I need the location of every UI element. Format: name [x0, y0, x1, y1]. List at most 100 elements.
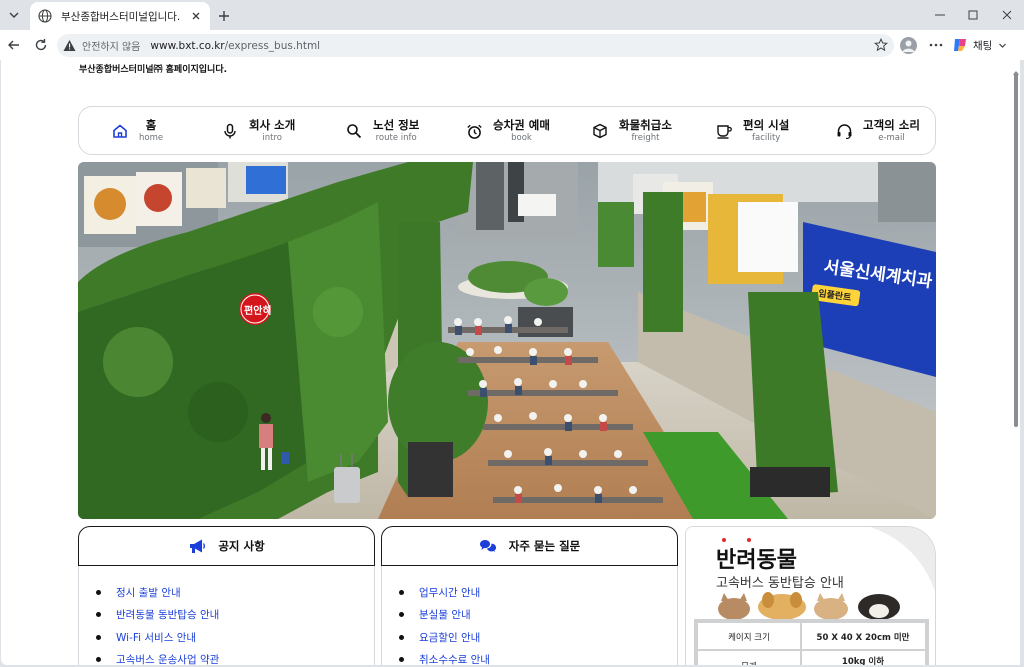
faq-title: 자주 묻는 질문: [508, 539, 581, 553]
more-dots-icon: [929, 43, 943, 47]
nav-item-route-label: 노선 정보: [373, 118, 420, 132]
nav-item-freight-label: 화물취급소: [619, 118, 672, 132]
chat-label: 채팅: [973, 39, 993, 52]
nav-item-book-sub: book: [511, 133, 532, 143]
scroll-thumb[interactable]: [1014, 72, 1018, 427]
list-item: 업무시간 안내: [399, 581, 677, 604]
close-window-button[interactable]: [997, 6, 1017, 24]
url-text: www.bxt.co.kr/express_bus.html: [150, 39, 321, 52]
chevron-down-icon: [9, 12, 19, 18]
nav-item-book[interactable]: 승차권 예매 book: [465, 107, 550, 155]
home-icon: [111, 122, 129, 140]
faq-link[interactable]: 분실물 안내: [419, 607, 471, 622]
active-tab[interactable]: 부산종합버스터미널입니다.: [30, 2, 210, 30]
new-tab-button[interactable]: [214, 6, 234, 26]
faq-link[interactable]: 업무시간 안내: [419, 585, 480, 600]
nav-item-facility-label: 편의 시설: [743, 118, 790, 132]
profile-avatar[interactable]: [900, 37, 917, 54]
faq-header[interactable]: 자주 묻는 질문: [381, 526, 678, 566]
bullet: [96, 657, 101, 663]
promo-row-label: 케이지 크기: [728, 632, 770, 643]
promo-row-value: 50 X 40 X 20cm 미만: [817, 632, 910, 643]
tab-strip: 부산종합버스터미널입니다.: [0, 0, 1024, 30]
cup-icon: [715, 122, 733, 140]
megaphone-icon: [188, 538, 206, 554]
notice-title: 공지 사항: [218, 539, 265, 553]
plus-icon: [219, 11, 229, 21]
notice-list: 정시 출발 안내 반려동물 동반탑승 안내 Wi-Fi 서비스 안내 고속버스 …: [78, 566, 375, 665]
bullet: [96, 634, 101, 640]
back-button[interactable]: [5, 36, 23, 54]
bullet: [399, 634, 404, 640]
nav-item-facility-sub: facility: [752, 133, 781, 143]
faq-link[interactable]: 요금할인 안내: [419, 630, 480, 645]
security-label: 안전하지 않음: [82, 42, 141, 53]
nav-item-home-label: 홈: [145, 118, 157, 132]
hero-sign-text: 편안히: [244, 304, 272, 317]
hero-image: 서울신세계치과 임플란트 편안히: [78, 162, 936, 519]
arrow-left-icon: [8, 40, 19, 50]
nav-item-voc-sub: e-mail: [878, 133, 905, 143]
nav-item-intro[interactable]: 회사 소개 intro: [221, 107, 295, 155]
chat-bubbles-icon: [479, 538, 497, 554]
nav-item-intro-sub: intro: [262, 133, 282, 143]
maximize-button[interactable]: [963, 6, 983, 24]
bullet: [399, 612, 404, 618]
nav-item-freight[interactable]: 화물취급소 freight: [591, 107, 672, 155]
notice-link[interactable]: 반려동물 동반탑승 안내: [116, 607, 219, 622]
minimize-button[interactable]: [930, 6, 950, 24]
reload-icon: [35, 39, 47, 51]
tab-title: 부산종합버스터미널입니다.: [61, 10, 181, 23]
faq-list: 업무시간 안내 분실물 안내 요금할인 안내 취소수수료 안내: [381, 566, 678, 665]
address-bar[interactable]: 안전하지 않음 www.bxt.co.kr/express_bus.html: [57, 34, 894, 57]
promo-row-value: 10kg 이하: [842, 656, 884, 665]
bookmark-star-icon[interactable]: [874, 38, 888, 52]
list-item: 고속버스 운송사업 약관: [96, 649, 374, 665]
list-item: 정시 출발 안내: [96, 581, 374, 604]
nav-item-home-sub: home: [139, 133, 164, 143]
promo-title: 반려동물: [716, 548, 797, 573]
nav-item-route[interactable]: 노선 정보 route info: [345, 107, 419, 155]
close-tab-icon[interactable]: [188, 8, 204, 24]
headset-icon: [835, 122, 853, 140]
bullet: [96, 612, 101, 618]
more-menu-button[interactable]: [927, 37, 945, 53]
scroll-up-arrow[interactable]: [1012, 62, 1020, 75]
notice-link[interactable]: 정시 출발 안내: [116, 585, 181, 600]
pet-boarding-graphic: 반려동물 고속버스 동반탑승 안내 케이지 크기 50 X 40 X 20cm …: [686, 527, 935, 665]
nav-item-facility[interactable]: 편의 시설 facility: [715, 107, 789, 155]
faq-link[interactable]: 취소수수료 안내: [419, 652, 490, 665]
tab-list-button[interactable]: [4, 5, 24, 25]
faq-board: 자주 묻는 질문 업무시간 안내 분실물 안내 요금할인 안내 취소수수료 안내: [381, 526, 678, 665]
promo-row-label: 무게: [741, 661, 757, 665]
list-item: 취소수수료 안내: [399, 649, 677, 665]
notice-board: 공지 사항 정시 출발 안내 반려동물 동반탑승 안내 Wi-Fi 서비스 안내…: [78, 526, 375, 665]
reload-button[interactable]: [32, 36, 50, 54]
promo-subtitle: 고속버스 동반탑승 안내: [716, 576, 844, 591]
nav-item-voc[interactable]: 고객의 소리 e-mail: [835, 107, 920, 155]
copilot-chat-button[interactable]: 채팅: [952, 35, 1018, 55]
nav-item-freight-sub: freight: [631, 133, 660, 143]
notice-link[interactable]: 고속버스 운송사업 약관: [116, 652, 219, 665]
warning-icon[interactable]: [63, 39, 76, 52]
nav-item-voc-label: 고객의 소리: [863, 118, 920, 132]
pet-boarding-banner[interactable]: 반려동물 고속버스 동반탑승 안내 케이지 크기 50 X 40 X 20cm …: [685, 526, 936, 665]
notice-link[interactable]: Wi-Fi 서비스 안내: [116, 630, 196, 645]
minimize-icon: [935, 14, 945, 16]
nav-item-home[interactable]: 홈 home: [111, 107, 163, 155]
search-icon: [345, 122, 363, 140]
notice-header[interactable]: 공지 사항: [78, 526, 375, 566]
bullet: [96, 589, 101, 595]
list-item: 분실물 안내: [399, 604, 677, 627]
bullet: [399, 657, 404, 663]
page-heading: 부산종합버스터미널㈜ 홈페이지입니다.: [79, 65, 228, 75]
browser-toolbar: 안전하지 않음 www.bxt.co.kr/express_bus.html 채…: [0, 30, 1024, 60]
nav-item-intro-label: 회사 소개: [249, 118, 296, 132]
microphone-icon: [221, 122, 239, 140]
box-icon: [591, 122, 609, 140]
list-item: Wi-Fi 서비스 안내: [96, 626, 374, 649]
nav-item-route-sub: route info: [375, 133, 417, 143]
terminal-hall-photo: 서울신세계치과 임플란트 편안히: [78, 162, 936, 519]
list-item: 반려동물 동반탑승 안내: [96, 604, 374, 627]
list-item: 요금할인 안내: [399, 626, 677, 649]
